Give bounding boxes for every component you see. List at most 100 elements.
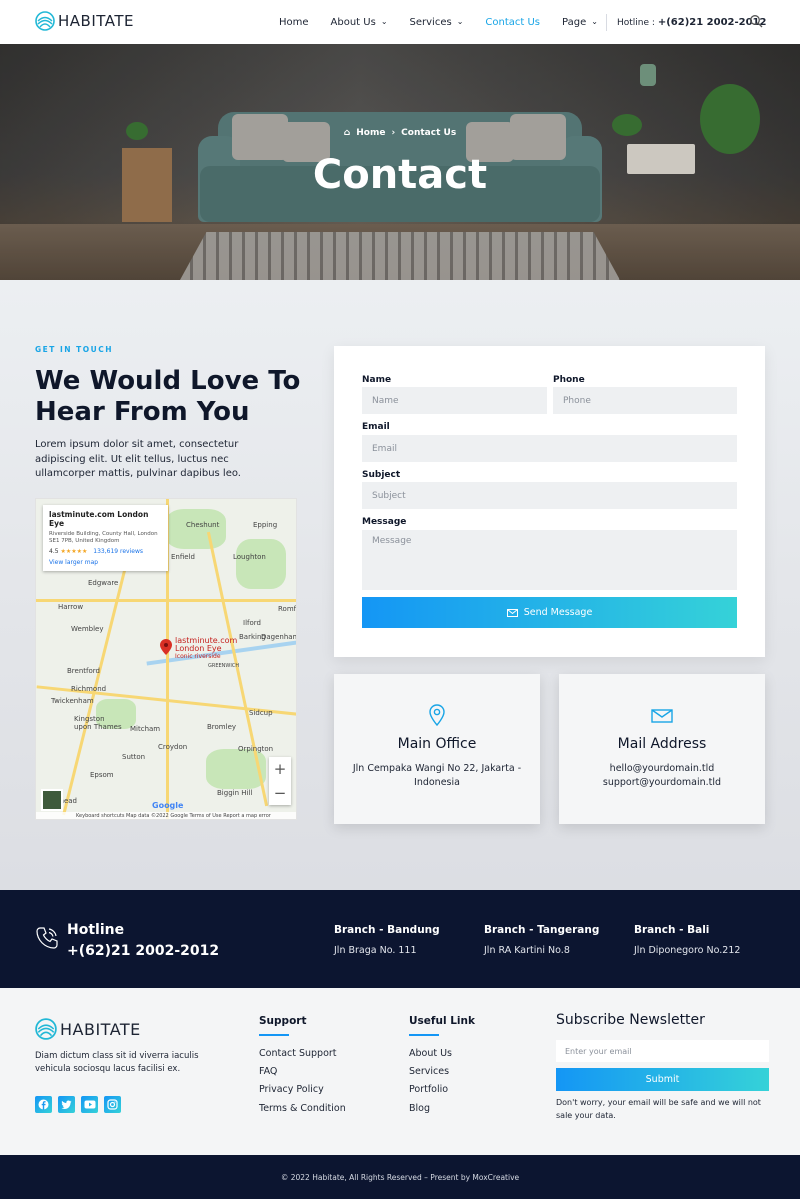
map-town-label: Harrow <box>58 603 84 611</box>
section-eyebrow: GET IN TOUCH <box>35 345 114 354</box>
youtube-icon[interactable] <box>81 1096 98 1113</box>
newsletter-submit-button[interactable]: Submit <box>556 1068 769 1091</box>
branch-bali: Branch - Bali Jln Diponegoro No.212 <box>634 924 740 956</box>
facebook-icon[interactable] <box>35 1096 52 1113</box>
phone-label: Phone <box>553 375 585 385</box>
zoom-in-button[interactable]: + <box>269 757 291 781</box>
map-place-address: Riverside Building, County Hall, London … <box>49 531 158 544</box>
instagram-icon[interactable] <box>104 1096 121 1113</box>
footer-link-privacy-policy[interactable]: Privacy Policy <box>259 1081 346 1099</box>
site-footer: HABITATE Diam dictum class sit id viverr… <box>0 988 800 1155</box>
useful-link-title-underline <box>409 1034 439 1036</box>
footer-link-blog[interactable]: Blog <box>409 1100 452 1118</box>
footer-link-services[interactable]: Services <box>409 1063 452 1081</box>
envelope-icon <box>651 709 673 723</box>
branch-address: Jln Diponegoro No.212 <box>634 945 741 956</box>
footer-link-terms[interactable]: Terms & Condition <box>259 1100 346 1118</box>
branch-tangerang: Branch - Tangerang Jln RA Kartini No.8 <box>484 924 599 956</box>
nav-home[interactable]: Home <box>279 17 309 28</box>
map-town-label: GREENWICH <box>208 663 240 669</box>
map-town-label: Croydon <box>158 743 188 751</box>
map-rating: 4.5 ★★★★★ 133,619 reviews <box>49 548 162 555</box>
message-field[interactable]: Message <box>362 530 737 590</box>
map-rating-value: 4.5 <box>49 548 59 555</box>
star-rating-icon: ★★★★★ <box>60 548 88 555</box>
footer-link-faq[interactable]: FAQ <box>259 1063 346 1081</box>
name-field[interactable]: Name <box>362 387 547 414</box>
chevron-right-icon: › <box>391 128 396 138</box>
nav-about-us[interactable]: About Us ⌄ <box>331 17 388 28</box>
nav-home-label: Home <box>279 16 309 28</box>
newsletter-note: Don't worry, your email will be safe and… <box>556 1098 761 1120</box>
footer-link-portfolio[interactable]: Portfolio <box>409 1081 452 1099</box>
message-placeholder: Message <box>372 536 412 546</box>
mail-address-card: Mail Address hello@yourdomain.tld suppor… <box>559 674 765 824</box>
envelope-icon <box>506 608 518 617</box>
map-town-label: Orpington <box>238 745 274 753</box>
map-town-label: Brentford <box>67 667 100 675</box>
view-larger-map-link[interactable]: View larger map <box>49 559 162 566</box>
support-links: Contact Support FAQ Privacy Policy Terms… <box>259 1045 346 1118</box>
phone-placeholder: Phone <box>563 395 591 406</box>
map-zoom-control: + − <box>269 757 291 805</box>
map-footer: Keyboard shortcuts Map data ©2022 Google… <box>36 812 296 819</box>
contact-form: Name Name Phone Phone Email Email Subjec… <box>334 346 765 657</box>
twitter-icon[interactable] <box>58 1096 75 1113</box>
header-hotline[interactable]: Hotline : +(62)21 2002-2012 <box>606 14 766 31</box>
footer-link-about-us[interactable]: About Us <box>409 1045 452 1063</box>
branch-name: Branch - Bandung <box>334 924 440 936</box>
subject-field[interactable]: Subject <box>362 482 737 509</box>
subject-label: Subject <box>362 470 401 480</box>
nav-services-label: Services <box>409 16 452 28</box>
mail-address-emails[interactable]: hello@yourdomain.tld support@yourdomain.… <box>574 762 750 790</box>
zoom-out-button[interactable]: − <box>269 781 291 805</box>
branch-bandung: Branch - Bandung Jln Braga No. 111 <box>334 924 440 956</box>
site-logo[interactable]: HABITATE <box>35 11 134 31</box>
hero-banner: ⌂ Home › Contact Us Contact <box>0 44 800 280</box>
newsletter-email-input[interactable]: Enter your email <box>556 1040 769 1062</box>
send-message-button[interactable]: Send Message <box>362 597 737 628</box>
breadcrumb: ⌂ Home › Contact Us <box>0 128 800 138</box>
nav-services[interactable]: Services ⌄ <box>410 17 464 28</box>
copyright-bar: © 2022 Habitate, All Rights Reserved – P… <box>0 1155 800 1199</box>
contact-section: GET IN TOUCH We Would Love To Hear From … <box>0 280 800 890</box>
footer-link-contact-support[interactable]: Contact Support <box>259 1045 346 1063</box>
map-place-name: lastminute.com London Eye <box>49 510 149 528</box>
footer-logo[interactable]: HABITATE <box>35 1018 141 1040</box>
map-park <box>166 509 226 549</box>
map-reviews-link[interactable]: 133,619 reviews <box>93 548 143 555</box>
section-description: Lorem ipsum dolor sit amet, consectetur … <box>35 439 241 479</box>
band-hotline-number[interactable]: +(62)21 2002-2012 <box>67 943 219 959</box>
search-icon[interactable] <box>749 14 763 28</box>
phone-icon <box>36 927 58 949</box>
send-message-label: Send Message <box>523 607 593 618</box>
map-pin-icon[interactable] <box>160 639 172 655</box>
map-park <box>236 539 286 589</box>
phone-field[interactable]: Phone <box>553 387 737 414</box>
logo-mark-icon <box>35 11 55 31</box>
useful-link-title: Useful Link <box>409 1015 475 1027</box>
name-placeholder: Name <box>372 395 399 406</box>
map-town-label: Dagenham <box>261 633 297 641</box>
nav-about-us-label: About Us <box>330 16 376 28</box>
map-town-label: Romf <box>278 605 297 613</box>
branch-address: Jln RA Kartini No.8 <box>484 945 570 956</box>
breadcrumb-home[interactable]: Home <box>356 128 385 138</box>
map-town-label: Kingston upon Thames <box>74 715 122 731</box>
map-town-label: Loughton <box>233 553 266 561</box>
map-town-label: Epping <box>253 521 278 529</box>
footer-about: Diam dictum class sit id viverra iaculis… <box>35 1051 199 1074</box>
page-title: Contact <box>312 152 488 198</box>
logo-mark-icon <box>35 1018 57 1040</box>
hotline-band: Hotline +(62)21 2002-2012 Branch - Bandu… <box>0 890 800 988</box>
map-satellite-toggle[interactable] <box>41 789 63 811</box>
email-field[interactable]: Email <box>362 435 737 462</box>
branch-name: Branch - Bali <box>634 924 710 936</box>
embedded-map[interactable]: Cheshunt Epping Enfield Loughton Edgware Harr… <box>35 498 297 820</box>
nav-page[interactable]: Page ⌄ <box>562 17 598 28</box>
logo-text: HABITATE <box>58 12 134 30</box>
nav-contact-us[interactable]: Contact Us <box>485 17 540 28</box>
newsletter-placeholder: Enter your email <box>565 1046 632 1056</box>
breadcrumb-current: Contact Us <box>401 128 457 138</box>
map-town-label: Bromley <box>207 723 237 731</box>
